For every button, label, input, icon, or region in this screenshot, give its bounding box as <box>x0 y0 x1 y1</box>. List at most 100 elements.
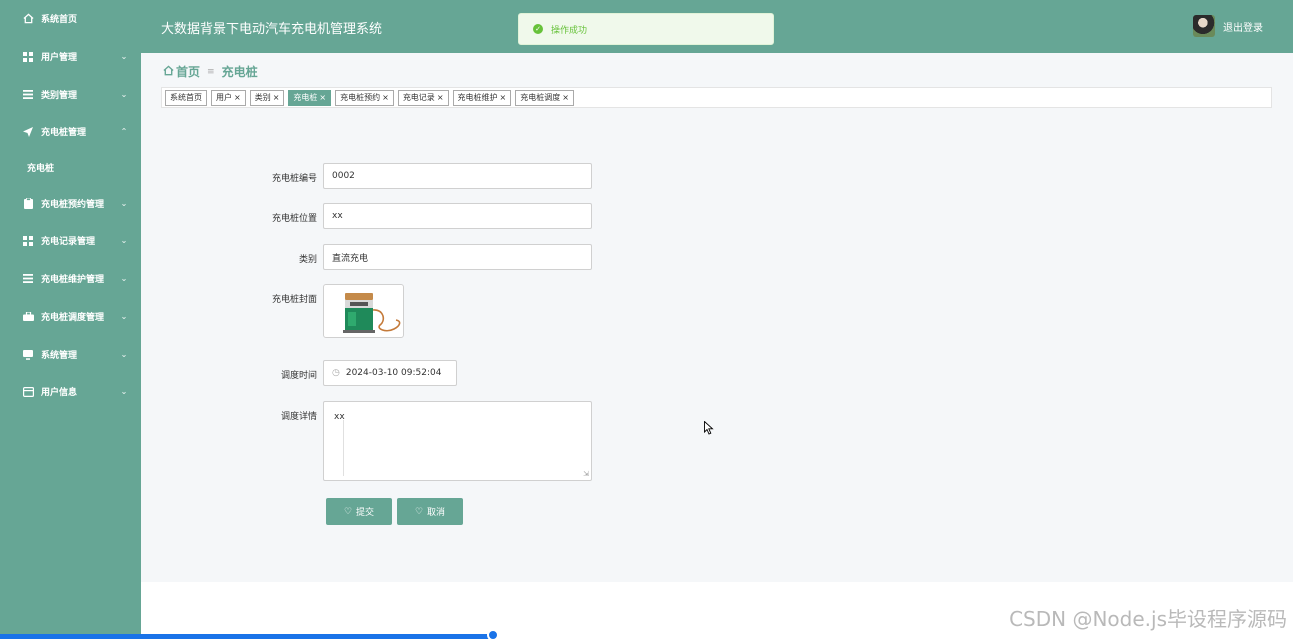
text-caret <box>343 420 344 476</box>
user-area: 退出登录 <box>1193 15 1263 37</box>
heart-icon: ♡ <box>343 506 353 517</box>
chevron-down-icon: ⌄ <box>120 350 128 359</box>
sidebar-subitem-charger[interactable]: 充电桩 <box>0 152 141 182</box>
chevron-up-icon: ⌃ <box>120 127 128 136</box>
resize-handle[interactable]: ⇲ <box>583 470 589 478</box>
close-icon[interactable]: × <box>382 93 389 102</box>
charger-image <box>343 293 401 333</box>
tab-maintenance[interactable]: 充电桩维护 × <box>452 89 512 106</box>
tab-label: 用户 <box>216 93 232 102</box>
chevron-down-icon: ⌄ <box>120 387 128 396</box>
sidebar-subitem-label: 充电桩 <box>27 163 55 174</box>
chevron-down-icon: ⌄ <box>120 52 128 61</box>
sidebar-item-charger[interactable]: 充电桩管理 ⌃ <box>0 113 141 150</box>
send-icon <box>21 126 35 137</box>
submit-button[interactable]: ♡ 提交 <box>326 498 392 525</box>
sidebar-item-maintenance[interactable]: 充电桩维护管理 ⌄ <box>0 260 141 297</box>
sidebar-item-label: 类别管理 <box>41 91 78 101</box>
top-header: 大数据背景下电动汽车充电机管理系统 ✓ 操作成功 退出登录 <box>141 0 1293 53</box>
time-label: 调度时间 <box>280 371 317 381</box>
category-field[interactable]: 直流充电 <box>323 244 592 270</box>
sidebar-item-label: 用户信息 <box>41 388 78 398</box>
location-value: xx <box>332 211 343 221</box>
progress-handle[interactable] <box>487 629 499 639</box>
chevron-down-icon: ⌄ <box>120 236 128 245</box>
grid-icon <box>21 235 35 246</box>
logout-link[interactable]: 退出登录 <box>1223 19 1263 34</box>
sidebar-item-label: 充电桩调度管理 <box>41 313 105 323</box>
sidebar-item-label: 充电桩管理 <box>41 128 87 138</box>
chevron-down-icon: ⌄ <box>120 312 128 321</box>
main-content: 首页 ≡ 充电桩 系统首页 用户 × 类别 × 充电桩 × 充电桩预约 × 充电… <box>141 53 1293 582</box>
sidebar-item-system[interactable]: 系统管理 ⌄ <box>0 336 141 373</box>
sidebar-item-label: 充电桩维护管理 <box>41 275 105 285</box>
clock-icon: ◷ <box>332 368 340 378</box>
breadcrumb-home[interactable]: 首页 <box>176 63 200 80</box>
toast-message: 操作成功 <box>551 25 588 36</box>
tab-charger[interactable]: 充电桩 × <box>288 89 332 106</box>
card-icon <box>21 386 35 397</box>
tab-reservation[interactable]: 充电桩预约 × <box>335 89 394 106</box>
cancel-label: 取消 <box>427 508 446 518</box>
sidebar: 系统首页 用户管理 ⌄ 类别管理 ⌄ 充电桩管理 ⌃ 充电桩 充电桩预约管理 ⌄ <box>0 0 141 639</box>
sidebar-item-userinfo[interactable]: 用户信息 ⌄ <box>0 373 141 410</box>
sidebar-item-label: 系统管理 <box>41 351 78 361</box>
sidebar-item-category[interactable]: 类别管理 ⌄ <box>0 76 141 113</box>
tab-category[interactable]: 类别 × <box>249 89 285 106</box>
sidebar-item-reservation[interactable]: 充电桩预约管理 ⌄ <box>0 185 141 222</box>
sidebar-item-dispatch[interactable]: 充电桩调度管理 ⌄ <box>0 298 141 335</box>
site-title: 大数据背景下电动汽车充电机管理系统 <box>161 22 383 37</box>
avatar[interactable] <box>1193 15 1215 37</box>
success-toast: ✓ 操作成功 <box>518 13 774 45</box>
close-icon[interactable]: × <box>273 93 280 102</box>
cover-upload[interactable] <box>323 284 404 338</box>
sidebar-item-home[interactable]: 系统首页 <box>0 0 141 37</box>
clipboard-icon <box>21 198 35 209</box>
close-icon[interactable]: × <box>562 93 569 102</box>
sidebar-item-label: 用户管理 <box>41 53 78 63</box>
cancel-button[interactable]: ♡ 取消 <box>397 498 463 525</box>
sidebar-item-label: 系统首页 <box>41 15 78 25</box>
category-label: 类别 <box>298 255 317 265</box>
code-value: 0002 <box>332 171 355 181</box>
time-value: 2024-03-10 09:52:04 <box>345 368 442 378</box>
tab-records[interactable]: 充电记录 × <box>397 89 449 106</box>
sidebar-item-label: 充电记录管理 <box>41 237 96 247</box>
tab-label: 类别 <box>254 93 271 102</box>
tab-dispatch[interactable]: 充电桩调度 × <box>515 89 574 106</box>
cover-label: 充电桩封面 <box>271 295 317 305</box>
close-icon[interactable]: × <box>437 93 444 102</box>
tab-users[interactable]: 用户 × <box>211 89 246 106</box>
detail-textarea[interactable]: xx ⇲ <box>323 401 592 481</box>
chevron-down-icon: ⌄ <box>120 90 128 99</box>
tab-label: 充电桩 <box>293 93 318 102</box>
close-icon[interactable]: × <box>319 93 326 102</box>
tab-label: 充电记录 <box>402 93 435 102</box>
home-icon <box>21 13 35 24</box>
list-icon <box>21 90 35 99</box>
chevron-down-icon: ⌄ <box>120 274 128 283</box>
tab-label: 系统首页 <box>170 93 202 102</box>
breadcrumb: 首页 ≡ 充电桩 <box>163 63 258 80</box>
tab-label: 充电桩调度 <box>520 93 561 102</box>
dispatch-time-picker[interactable]: ◷ 2024-03-10 09:52:04 <box>323 360 457 386</box>
close-icon[interactable]: × <box>500 93 507 102</box>
tabs-bar: 系统首页 用户 × 类别 × 充电桩 × 充电桩预约 × 充电记录 × 充电桩维… <box>161 87 1272 108</box>
tab-home[interactable]: 系统首页 <box>165 89 207 106</box>
mouse-cursor-icon <box>704 420 714 439</box>
home-icon <box>163 64 174 79</box>
chevron-down-icon: ⌄ <box>120 199 128 208</box>
sidebar-item-records[interactable]: 充电记录管理 ⌄ <box>0 222 141 259</box>
detail-label: 调度详情 <box>280 412 317 422</box>
location-label: 充电桩位置 <box>271 214 317 224</box>
list-icon <box>21 274 35 283</box>
breadcrumb-separator: ≡ <box>207 66 215 77</box>
submit-label: 提交 <box>356 508 375 518</box>
grid-icon <box>21 51 35 62</box>
code-field[interactable]: 0002 <box>323 163 592 189</box>
tab-label: 充电桩预约 <box>340 93 381 102</box>
close-icon[interactable]: × <box>234 93 241 102</box>
sidebar-item-users[interactable]: 用户管理 ⌄ <box>0 38 141 75</box>
heart-icon: ♡ <box>414 506 424 517</box>
location-field[interactable]: xx <box>323 203 592 229</box>
